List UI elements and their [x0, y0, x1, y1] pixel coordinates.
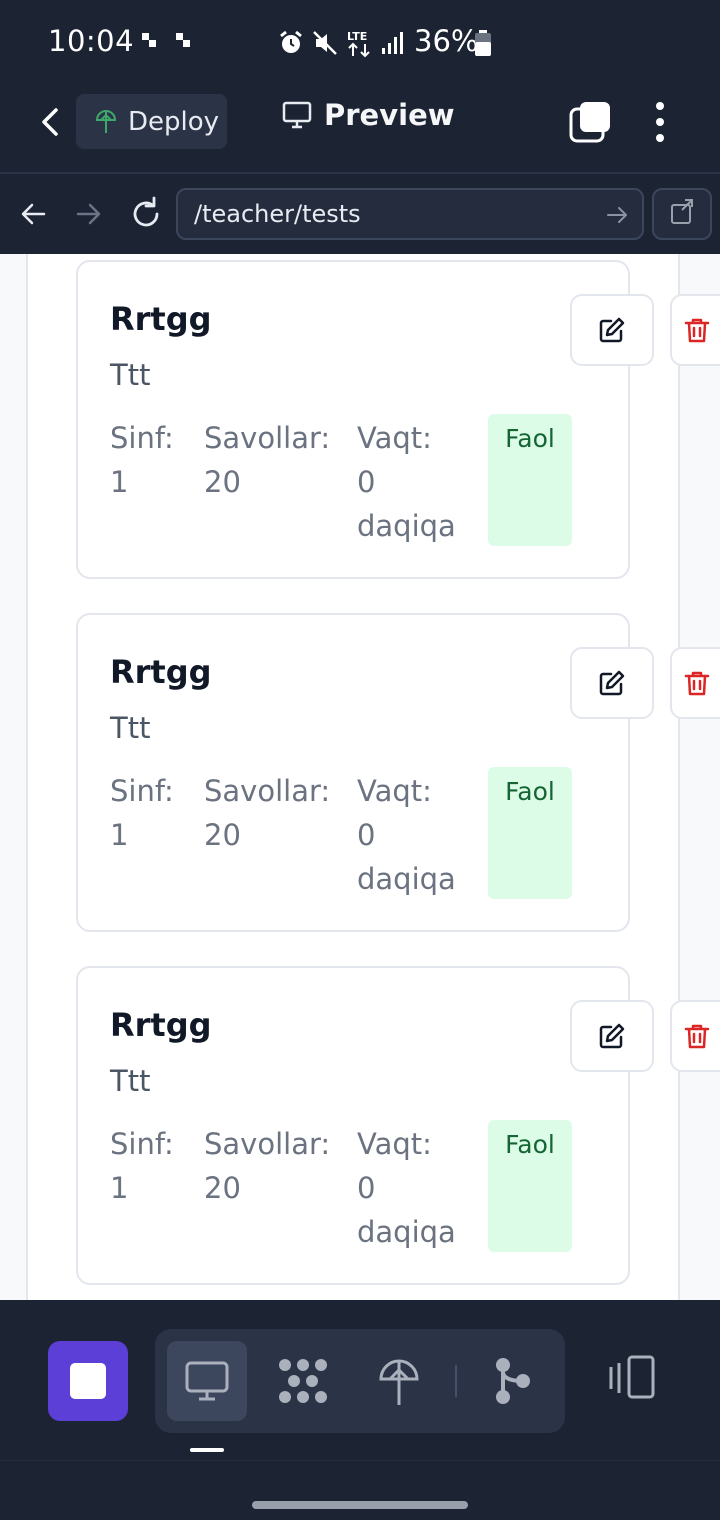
battery-icon: [475, 30, 491, 56]
class-label: Sinf:: [110, 774, 174, 808]
questions-label: Savollar:: [204, 774, 331, 808]
test-title: Rrtgg: [110, 653, 212, 691]
class-value: 1: [110, 1171, 129, 1205]
external-link-icon: [671, 199, 693, 224]
preview-label: Preview: [324, 98, 455, 132]
status-badge: Faol: [488, 767, 572, 899]
test-description: Ttt: [110, 1064, 151, 1098]
test-card: Rrtgg Ttt Sinf: 1 Savollar: 20 Vaqt: 0 daqiq…: [76, 613, 630, 932]
questions-label: Savollar:: [204, 1127, 331, 1161]
test-title: Rrtgg: [110, 1006, 212, 1044]
deploy-icon: [95, 109, 117, 133]
stop-icon: [70, 1363, 106, 1399]
nav-forward-icon[interactable]: [68, 194, 108, 234]
url-input[interactable]: /teacher/tests: [176, 188, 644, 240]
time-unit: daqiqa: [357, 862, 456, 896]
time-meta: Vaqt: 0 daqiqa: [357, 416, 456, 548]
questions-meta: Savollar: 20: [204, 769, 330, 857]
nav-back-icon[interactable]: [14, 194, 54, 234]
alarm-icon: [280, 30, 302, 53]
status-badge: Faol: [488, 414, 572, 546]
monitor-icon: [282, 101, 312, 129]
mute-icon: [313, 31, 337, 55]
desktop-tab[interactable]: [167, 1341, 247, 1421]
edit-button[interactable]: [570, 294, 654, 366]
battery-level: 36%: [414, 24, 479, 58]
notification-icons: [142, 33, 190, 47]
class-meta: Sinf: 1: [110, 416, 174, 504]
desktop-icon: [185, 1361, 229, 1401]
svg-text:LTE: LTE: [347, 30, 367, 43]
lte-icon: LTE: [347, 30, 370, 58]
edit-button[interactable]: [570, 647, 654, 719]
time-unit: daqiqa: [357, 509, 456, 543]
url-bar: /teacher/tests: [0, 174, 720, 254]
active-indicator: [190, 1448, 224, 1452]
time-meta: Vaqt: 0 daqiqa: [357, 769, 456, 901]
test-card: Rrtgg Ttt Sinf: 1 Savollar: 20 Vaqt: 0 daqiq…: [76, 260, 630, 579]
signal-icon: [382, 32, 403, 54]
class-value: 1: [110, 465, 129, 499]
delete-button[interactable]: [670, 294, 720, 366]
questions-value: 20: [204, 1171, 241, 1205]
edit-button[interactable]: [570, 1000, 654, 1072]
tabs-icon[interactable]: [568, 100, 612, 144]
delete-button[interactable]: [670, 1000, 720, 1072]
stop-button[interactable]: [48, 1341, 128, 1421]
bottom-toolbar: [0, 1300, 720, 1460]
deploy-tool-icon[interactable]: [371, 1353, 427, 1409]
status-time: 10:04: [48, 24, 135, 58]
back-icon[interactable]: [30, 102, 70, 142]
home-indicator[interactable]: [252, 1501, 468, 1509]
workspace-icon[interactable]: [275, 1353, 331, 1409]
test-description: Ttt: [110, 711, 151, 745]
status-bar: 10:04 LTE 36%: [0, 0, 720, 84]
time-unit: daqiqa: [357, 1215, 456, 1249]
edit-icon: [599, 670, 625, 696]
trash-icon: [684, 318, 710, 343]
more-menu-icon[interactable]: [642, 98, 678, 146]
trash-icon: [684, 671, 710, 696]
devices-icon[interactable]: [603, 1353, 659, 1409]
git-icon[interactable]: [485, 1353, 541, 1409]
time-value: 0: [357, 818, 376, 852]
open-external-button[interactable]: [652, 188, 712, 240]
questions-value: 20: [204, 465, 241, 499]
test-card: Rrtgg Ttt Sinf: 1 Savollar: 20 Vaqt: 0 daqiq…: [76, 966, 630, 1285]
questions-meta: Savollar: 20: [204, 1122, 330, 1210]
test-title: Rrtgg: [110, 300, 212, 338]
time-label: Vaqt:: [357, 421, 432, 455]
edit-icon: [599, 1023, 625, 1049]
time-label: Vaqt:: [357, 774, 432, 808]
edit-icon: [599, 317, 625, 343]
questions-value: 20: [204, 818, 241, 852]
deploy-label: Deploy: [128, 106, 220, 137]
questions-label: Savollar:: [204, 421, 331, 455]
preview-tab[interactable]: Preview: [282, 98, 455, 132]
status-badge: Faol: [488, 1120, 572, 1252]
time-value: 0: [357, 465, 376, 499]
url-text: /teacher/tests: [194, 200, 361, 228]
time-label: Vaqt:: [357, 1127, 432, 1161]
reload-icon[interactable]: [126, 194, 166, 234]
page-content: Rrtgg Ttt Sinf: 1 Savollar: 20 Vaqt: 0 daqiq…: [0, 254, 720, 1300]
app-bar: Deploy Preview: [0, 84, 720, 174]
test-description: Ttt: [110, 358, 151, 392]
status-icons: LTE: [278, 26, 406, 60]
trash-icon: [684, 1024, 710, 1049]
go-arrow-icon[interactable]: [604, 202, 630, 228]
time-value: 0: [357, 1171, 376, 1205]
class-meta: Sinf: 1: [110, 769, 174, 857]
questions-meta: Savollar: 20: [204, 416, 330, 504]
separator: [455, 1365, 457, 1397]
time-meta: Vaqt: 0 daqiqa: [357, 1122, 456, 1254]
class-label: Sinf:: [110, 421, 174, 455]
system-nav-bar: [0, 1460, 720, 1520]
class-label: Sinf:: [110, 1127, 174, 1161]
class-value: 1: [110, 818, 129, 852]
delete-button[interactable]: [670, 647, 720, 719]
class-meta: Sinf: 1: [110, 1122, 174, 1210]
tool-group: [155, 1329, 565, 1433]
deploy-button[interactable]: Deploy: [76, 94, 227, 149]
